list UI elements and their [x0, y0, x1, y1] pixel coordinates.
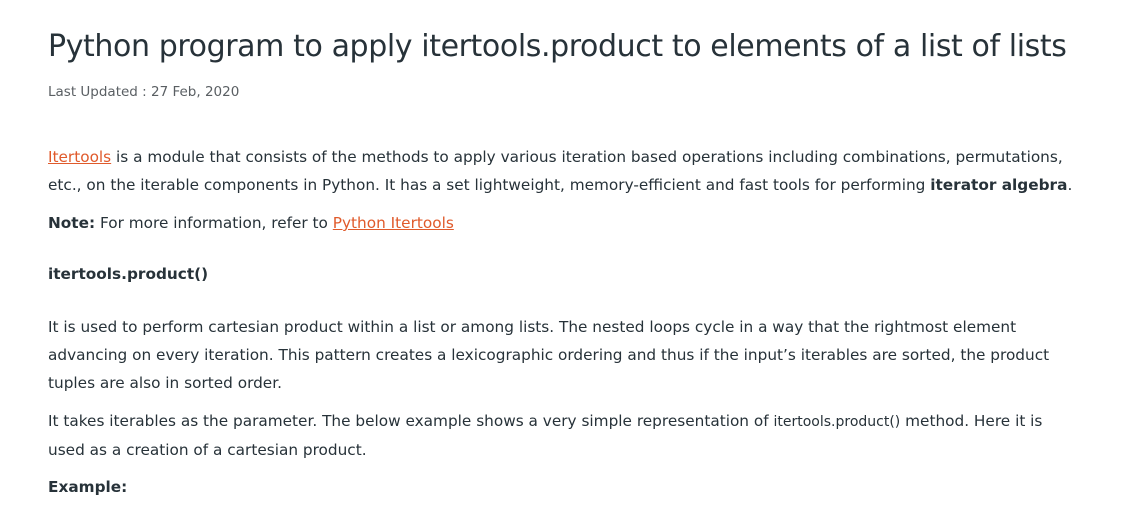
itertools-link[interactable]: Itertools — [48, 148, 111, 166]
python-itertools-link[interactable]: Python Itertools — [333, 214, 454, 232]
note-text: For more information, refer to — [95, 214, 333, 232]
page-title: Python program to apply itertools.produc… — [48, 29, 1067, 64]
note-paragraph: Note: For more information, refer to Pyt… — [48, 209, 1078, 237]
inline-code: itertools.product() — [773, 414, 901, 430]
parameter-paragraph: It takes iterables as the parameter. The… — [48, 407, 1078, 464]
intro-bold-text: iterator algebra — [930, 176, 1068, 194]
parameter-text: It takes iterables as the parameter. The… — [48, 412, 774, 430]
intro-paragraph: Itertools is a module that consists of t… — [48, 143, 1078, 199]
example-label: Example: — [48, 478, 128, 496]
intro-text-end: . — [1067, 176, 1073, 194]
description-paragraph: It is used to perform cartesian product … — [48, 318, 1050, 392]
intro-text: is a module that consists of the methods… — [48, 148, 1063, 194]
section-heading: itertools.product() — [48, 265, 209, 283]
last-updated: Last Updated : 27 Feb, 2020 — [48, 84, 240, 100]
note-label: Note: — [48, 214, 96, 232]
